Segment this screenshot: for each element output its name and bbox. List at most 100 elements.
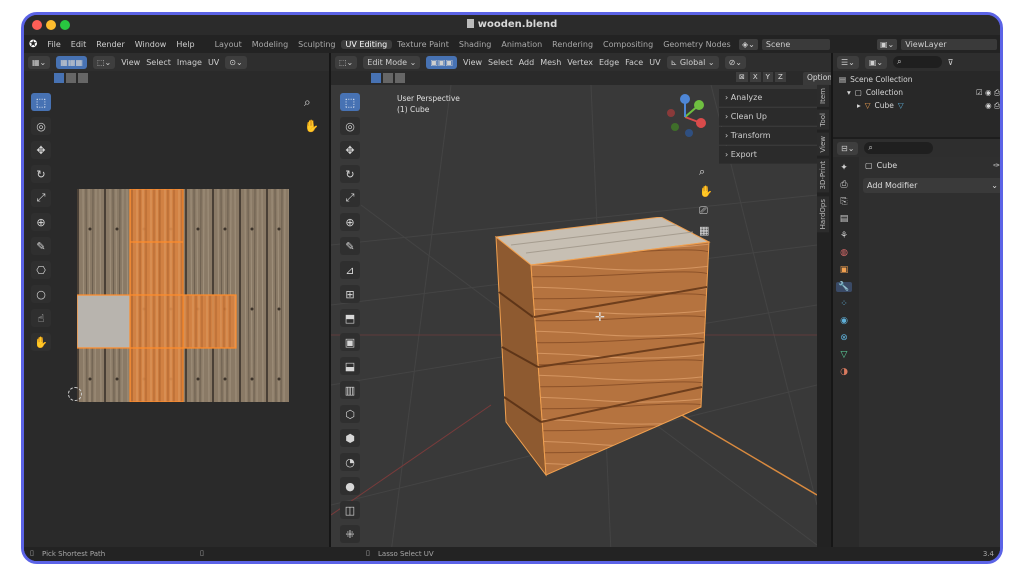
viewport-menu-uv[interactable]: UV	[649, 58, 660, 67]
properties-search-field[interactable]: ⌕	[864, 142, 933, 154]
add-modifier-button[interactable]: Add Modifier ⌄	[863, 178, 1000, 193]
tab-hardops[interactable]: HardOps	[817, 195, 829, 233]
navigation-gizmo[interactable]	[661, 93, 709, 141]
zoom-icon[interactable]: ⌕	[304, 95, 311, 110]
cursor-icon[interactable]: ◎	[31, 117, 51, 135]
mode-selector[interactable]: Edit Mode ⌄	[363, 55, 421, 69]
2d-cursor-icon[interactable]	[68, 387, 82, 401]
menu-file[interactable]: File	[42, 40, 65, 49]
menu-render[interactable]: Render	[91, 40, 129, 49]
visibility-eye-icon[interactable]: ◉ ⎙	[985, 101, 1000, 111]
scene-props-icon[interactable]: ⚘	[840, 231, 848, 241]
relax-icon[interactable]: ☝	[31, 309, 51, 327]
knife-icon[interactable]: ⬡	[340, 405, 360, 423]
uv-editor-canvas[interactable]: ⬚ ◎ ✥ ↻ ⤢ ⊕ ✎ ⎔ ○ ☝ ✋ ⌕ ✋	[24, 85, 329, 553]
edge-slide-icon[interactable]: ◫	[340, 501, 360, 519]
grab-icon[interactable]: ○	[31, 285, 51, 303]
rip-icon[interactable]: ⎔	[31, 261, 51, 279]
editor-type-icon[interactable]: ▦⌄	[28, 55, 51, 69]
render-props-icon[interactable]: ⎙	[840, 180, 847, 190]
transform-icon[interactable]: ⊕	[31, 213, 51, 231]
uv-menu-image[interactable]: Image	[177, 58, 202, 67]
measure-icon[interactable]: ⊿	[340, 261, 360, 279]
view-layer-selector[interactable]: ViewLayer	[901, 38, 997, 50]
panel-export[interactable]: › Export	[719, 146, 823, 164]
panel-transform[interactable]: › Transform	[719, 127, 823, 145]
viewport-menu-add[interactable]: Add	[519, 58, 535, 67]
wooden-cube[interactable]	[471, 217, 711, 477]
snap-icon[interactable]: ⊘⌄	[724, 55, 746, 69]
view-layer-icon[interactable]: ▣⌄	[877, 38, 898, 50]
view-layer-props-icon[interactable]: ▤	[840, 214, 849, 224]
viewport-menu-mesh[interactable]: Mesh	[540, 58, 561, 67]
properties-editor-type-icon[interactable]: ⊟⌄	[837, 141, 859, 155]
inset-icon[interactable]: ▣	[340, 333, 360, 351]
uv-menu-uv[interactable]: UV	[208, 58, 219, 67]
scale-icon[interactable]: ⤢	[340, 189, 360, 207]
transform-icon[interactable]: ⊕	[340, 213, 360, 231]
loop-cut-icon[interactable]: ▥	[340, 381, 360, 399]
pin-icon[interactable]: ✑	[993, 161, 1000, 170]
data-props-icon[interactable]: ▽	[841, 350, 848, 360]
constraints-props-icon[interactable]: ⊗	[840, 333, 848, 343]
uv-face-mode-icon[interactable]	[78, 73, 88, 83]
output-props-icon[interactable]: ⎘	[840, 197, 847, 207]
outliner-collection[interactable]: ▾ ▢ Collection ☑ ◉ ⎙	[839, 86, 1000, 99]
outliner-scene-collection[interactable]: ▤ Scene Collection	[839, 73, 1000, 86]
3d-viewport[interactable]: ✛ User Perspective (1) Cube ⬚ ◎ ✥ ↻ ⤢ ⊕ …	[331, 85, 823, 553]
tab-shading[interactable]: Shading	[454, 40, 497, 49]
scene-icon[interactable]: ◈⌄	[739, 38, 758, 50]
mirror-z-button[interactable]: Z	[774, 72, 786, 82]
uv-sync-icon[interactable]: ⬚⌄	[92, 55, 116, 69]
poly-build-icon[interactable]: ⬢	[340, 429, 360, 447]
tab-animation[interactable]: Animation	[496, 40, 547, 49]
pan-hand-icon[interactable]: ✋	[304, 119, 319, 133]
tab-tool[interactable]: Tool	[817, 109, 829, 130]
transform-orientation-selector[interactable]: ⊾ Global ⌄	[666, 55, 719, 69]
display-mode-icon[interactable]: ▣⌄	[864, 55, 888, 69]
tab-texture-paint[interactable]: Texture Paint	[392, 40, 454, 49]
zoom-icon[interactable]: ⌕	[699, 165, 713, 179]
uv-menu-view[interactable]: View	[121, 58, 140, 67]
tab-modeling[interactable]: Modeling	[247, 40, 293, 49]
menu-edit[interactable]: Edit	[66, 40, 92, 49]
cursor-icon[interactable]: ◎	[340, 117, 360, 135]
camera-icon[interactable]: ⎚	[699, 204, 713, 218]
outliner-search-field[interactable]: ⌕	[893, 56, 942, 68]
physics-props-icon[interactable]: ◉	[840, 316, 848, 326]
add-cube-icon[interactable]: ⊞	[340, 285, 360, 303]
viewport-menu-edge[interactable]: Edge	[599, 58, 619, 67]
tool-props-icon[interactable]: ✦	[840, 163, 848, 173]
mirror-icon[interactable]: ⊠	[736, 72, 748, 82]
world-props-icon[interactable]: ◍	[840, 248, 848, 258]
mirror-y-button[interactable]: Y	[762, 72, 773, 82]
scene-selector[interactable]: Scene	[761, 38, 831, 50]
viewport-editor-type-icon[interactable]: ⬚⌄	[335, 55, 358, 69]
pinch-icon[interactable]: ✋	[31, 333, 51, 351]
3d-cursor-icon[interactable]: ✛	[595, 310, 605, 324]
visibility-eye-icon[interactable]: ☑ ◉ ⎙	[976, 88, 1000, 98]
face-select-icon[interactable]	[395, 73, 405, 83]
select-box-icon[interactable]: ⬚	[31, 93, 51, 111]
shrink-fatten-icon[interactable]: ⁜	[340, 525, 360, 543]
tab-rendering[interactable]: Rendering	[547, 40, 598, 49]
edge-select-icon[interactable]	[383, 73, 393, 83]
menu-help[interactable]: Help	[171, 40, 199, 49]
blender-logo-icon[interactable]: ✪	[24, 39, 42, 50]
tab-view[interactable]: View	[817, 132, 829, 156]
expand-arrow-icon[interactable]: ▾	[847, 88, 851, 97]
bevel-icon[interactable]: ⬓	[340, 357, 360, 375]
rotate-icon[interactable]: ↻	[31, 165, 51, 183]
scale-icon[interactable]: ⤢	[31, 189, 51, 207]
extrude-icon[interactable]: ⬒	[340, 309, 360, 327]
uv-select-mode-icon[interactable]: ▦▦▦	[56, 55, 87, 69]
expand-arrow-icon[interactable]: ▸	[857, 101, 861, 110]
spin-icon[interactable]: ◔	[340, 453, 360, 471]
pan-hand-icon[interactable]: ✋	[699, 185, 713, 198]
object-props-icon[interactable]: ▣	[840, 265, 849, 275]
uv-texture-image[interactable]	[77, 189, 289, 402]
panel-clean-up[interactable]: › Clean Up	[719, 108, 823, 126]
filter-icon[interactable]: ⊽	[948, 58, 954, 67]
select-box-icon[interactable]: ⬚	[340, 93, 360, 111]
tab-geometry-nodes[interactable]: Geometry Nodes	[658, 40, 735, 49]
